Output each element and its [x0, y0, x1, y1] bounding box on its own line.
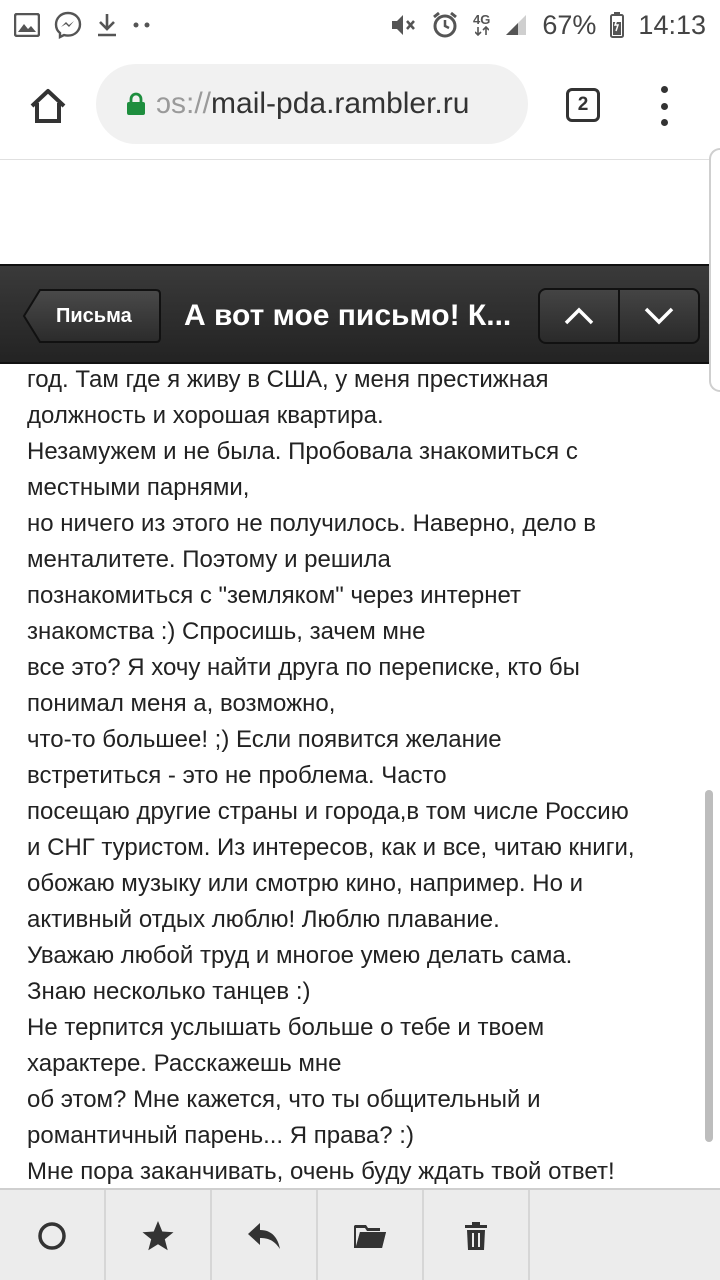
chevron-down-icon: [644, 307, 674, 325]
network-4g-icon: 4G: [473, 11, 490, 39]
message-line: но ничего из этого не получилось. Наверн…: [27, 510, 596, 537]
message-line: посещаю другие страны и города,в том чис…: [27, 798, 629, 825]
chevron-up-icon: [564, 307, 594, 325]
browser-toolbar: ɔs://mail-pda.rambler.ru 2: [0, 50, 720, 160]
message-line: знакомства :) Спросишь, зачем мне: [27, 618, 426, 645]
favorite-button[interactable]: [106, 1190, 212, 1280]
browser-menu-button[interactable]: [650, 84, 678, 128]
previous-message-button[interactable]: [540, 290, 618, 342]
alarm-icon: [431, 11, 459, 39]
message-line: понимал меня а, возможно,: [27, 690, 336, 717]
mark-read-button[interactable]: [0, 1190, 106, 1280]
message-line: местными парнями,: [27, 474, 250, 501]
trash-icon: [465, 1222, 487, 1250]
status-right-icons: 4G 67% 14:13: [389, 10, 706, 41]
lock-icon: [126, 92, 146, 116]
message-body[interactable]: год. Там где я живу в США, у меня прести…: [0, 364, 720, 1188]
image-icon: [14, 11, 40, 39]
mute-icon: [389, 11, 417, 39]
folder-icon: [354, 1225, 386, 1248]
message-line: Мне пора заканчивать, очень буду ждать т…: [27, 1158, 615, 1185]
url-text: ɔs://mail-pda.rambler.ru: [156, 87, 469, 121]
message-line: об этом? Мне кажется, что ты общительный…: [27, 1086, 541, 1113]
menu-dot: [660, 102, 668, 110]
tab-switcher-button[interactable]: 2: [566, 88, 600, 122]
reply-button[interactable]: [212, 1190, 318, 1280]
download-icon: [96, 11, 118, 39]
battery-percent: 67%: [542, 9, 597, 40]
mail-subject: А вот мое письмо! К...: [184, 299, 512, 332]
message-line: обожаю музыку или смотрю кино, например.…: [27, 870, 583, 897]
message-line: все это? Я хочу найти друга по переписке…: [27, 654, 580, 681]
message-line: Знаю несколько танцев :): [27, 978, 311, 1005]
menu-dot: [660, 119, 668, 126]
bottom-toolbar: [0, 1188, 720, 1280]
message-text: год. Там где я живу в США, у меня прести…: [27, 364, 707, 1188]
tab-count: 2: [577, 94, 589, 115]
back-button-label: Письма: [56, 305, 132, 327]
message-line: Незамужем и не была. Пробовала знакомить…: [27, 438, 578, 465]
reply-icon: [248, 1223, 280, 1249]
delete-button[interactable]: [424, 1190, 530, 1280]
circle-icon: [38, 1222, 66, 1250]
scrollbar[interactable]: [705, 790, 713, 1142]
more-dots-icon: [132, 11, 152, 39]
message-line: менталитете. Поэтому и решила: [27, 546, 391, 573]
page-blank-area: [0, 161, 720, 264]
back-to-letters-button[interactable]: Письма: [22, 288, 162, 344]
message-line: и СНГ туристом. Из интересов, как и все,…: [27, 834, 635, 861]
next-message-button[interactable]: [618, 290, 698, 342]
signal-icon: [504, 11, 528, 39]
message-line: характере. Расскажешь мне: [27, 1050, 342, 1077]
menu-dot: [660, 86, 668, 93]
message-line: активный отдых люблю! Люблю плавание.: [27, 906, 500, 933]
messenger-icon: [54, 11, 82, 39]
message-line: романтичный парень... Я права? :): [27, 1122, 414, 1149]
scroll-edge-indicator: [709, 148, 720, 392]
message-line: Уважаю любой труд и многое умею делать с…: [27, 942, 573, 969]
status-left-icons: [14, 11, 152, 39]
message-line: что-то большее! ;) Если появится желание: [27, 726, 502, 753]
clock: 14:13: [638, 9, 706, 40]
message-nav: [538, 288, 700, 344]
message-line: должность и хорошая квартира.: [27, 402, 384, 429]
move-to-folder-button[interactable]: [318, 1190, 424, 1280]
home-button[interactable]: [24, 82, 72, 130]
star-icon: [142, 1221, 174, 1251]
mail-header: Письма А вот мое письмо! К...: [0, 264, 720, 364]
url-scheme: ɔs://: [156, 87, 212, 120]
message-line: познакомиться с "земляком" через интерне…: [27, 582, 522, 609]
address-bar[interactable]: ɔs://mail-pda.rambler.ru: [96, 64, 528, 144]
status-bar: 4G 67% 14:13: [0, 0, 720, 50]
network-label: 4G: [473, 12, 491, 27]
message-line: Не терпится услышать больше о тебе и тво…: [27, 1014, 545, 1041]
message-line: год. Там где я живу в США, у меня прести…: [27, 366, 549, 393]
message-line: встретиться - это не проблема. Часто: [27, 762, 447, 789]
home-icon: [30, 89, 66, 123]
battery-icon: [610, 11, 625, 39]
url-host: mail-pda.rambler.ru: [211, 87, 470, 120]
